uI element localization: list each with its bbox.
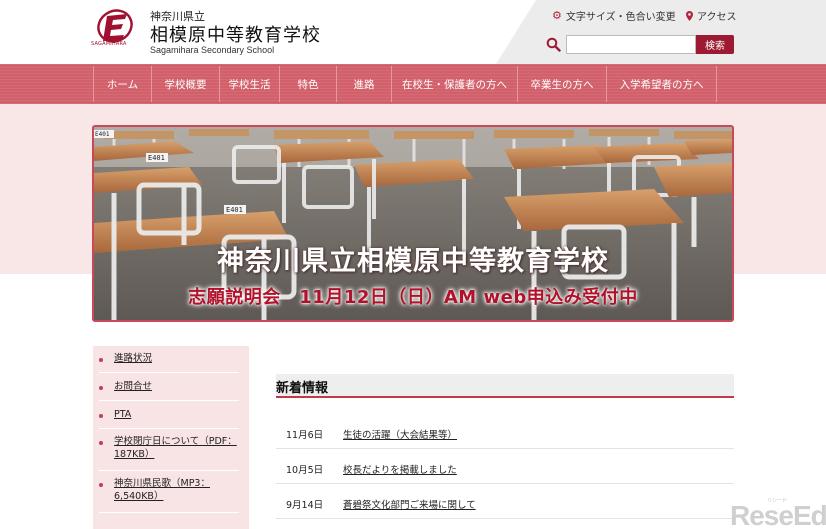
nav-applicants[interactable]: 入学希望者の方へ [607,66,717,102]
side-item-label: 学校閉庁日について（PDF：187KB） [114,436,237,460]
news-link[interactable]: 生徒の活躍（大会結果等） [343,427,457,441]
side-item-contact[interactable]: お問合せ [99,380,239,393]
side-item-label: お問合せ [114,381,153,392]
nav-students-parents[interactable]: 在校生・保護者の方へ [392,66,518,102]
divider [99,372,239,373]
side-item-prefectural-song[interactable]: 神奈川県民歌（MP3：6,540KB） [99,477,239,503]
side-menu: 進路状況 お問合せ PTA 学校閉庁日について（PDF：187KB） 神奈川県民… [93,346,249,529]
reseed-watermark: リシード ReseEd [730,498,826,529]
hero-title: 神奈川県立相模原中等教育学校 [217,246,609,277]
side-item-label: 進路状況 [114,353,153,364]
global-nav: ホーム 学校概要 学校生活 特色 進路 在校生・保護者の方へ 卒業生の方へ 入学… [0,64,826,104]
nav-school-life[interactable]: 学校生活 [220,66,280,102]
news-heading: 新着情報 [276,381,329,396]
news-link[interactable]: 校長だよりを掲載しました [343,462,457,476]
divider [99,470,239,471]
bullet-icon [99,414,103,418]
font-size-color-link[interactable]: ⚙ 文字サイズ・色合い変更 [552,8,676,23]
site-header: SAGAMIHARA 神奈川県立 相模原中等教育学校 Sagamihara Se… [0,0,826,64]
access-link[interactable]: アクセス [686,8,737,23]
search-button[interactable]: 検索 [696,35,734,54]
side-item-label: PTA [114,409,132,420]
nav-home[interactable]: ホーム [94,66,152,102]
font-size-color-label: 文字サイズ・色合い変更 [565,12,676,23]
nav-features[interactable]: 特色 [280,66,337,102]
hero-subtitle: 志願説明会 11月12日（日）AM web申込み受付中 [188,287,638,308]
news-date: 9月14日 [286,500,324,511]
nav-school-overview[interactable]: 学校概要 [152,66,220,102]
school-name[interactable]: 相模原中等教育学校 [150,21,321,47]
news-link[interactable]: 蒼碧祭文化部門ご来場に関して [343,497,476,511]
logo-caption: SAGAMIHARA [91,41,127,47]
desk-label: E401 [148,154,165,162]
news-date: 11月6日 [286,430,324,441]
divider [99,428,239,429]
divider [99,512,239,513]
desk-label: E401 [95,131,110,138]
news-item: 9月14日 蒼碧祭文化部門ご来場に関して [276,485,734,519]
side-item-closure-days[interactable]: 学校閉庁日について（PDF：187KB） [99,435,239,461]
bullet-icon [99,358,103,362]
divider [99,400,239,401]
desk-label: E401 [226,206,243,214]
search-icon[interactable] [546,37,561,52]
search-input[interactable] [566,35,696,54]
nav-graduates[interactable]: 卒業生の方へ [518,66,607,102]
hero-banner[interactable]: E401 E401 E401 神奈川県立相模原中等教育学校 志願説明会 11月1… [92,125,734,322]
news-header: 新着情報 [276,374,734,398]
gear-icon: ⚙ [552,9,562,22]
news-item: 10月5日 校長だよりを掲載しました [276,450,734,484]
side-item-label: 神奈川県民歌（MP3：6,540KB） [114,478,210,502]
global-nav-list: ホーム 学校概要 学校生活 特色 進路 在校生・保護者の方へ 卒業生の方へ 入学… [93,66,717,102]
map-pin-icon [686,10,693,21]
news-item: 11月6日 生徒の活躍（大会結果等） [276,415,734,449]
side-item-career-status[interactable]: 進路状況 [99,352,239,365]
bullet-icon [99,483,103,487]
news-date: 10月5日 [286,465,324,476]
side-item-pta[interactable]: PTA [99,408,239,421]
bullet-icon [99,441,103,445]
access-label: アクセス [697,12,737,23]
watermark-text: ReseEd [730,500,826,529]
bullet-icon [99,386,103,390]
nav-career[interactable]: 進路 [337,66,392,102]
school-name-english: Sagamihara Secondary School [150,45,275,55]
